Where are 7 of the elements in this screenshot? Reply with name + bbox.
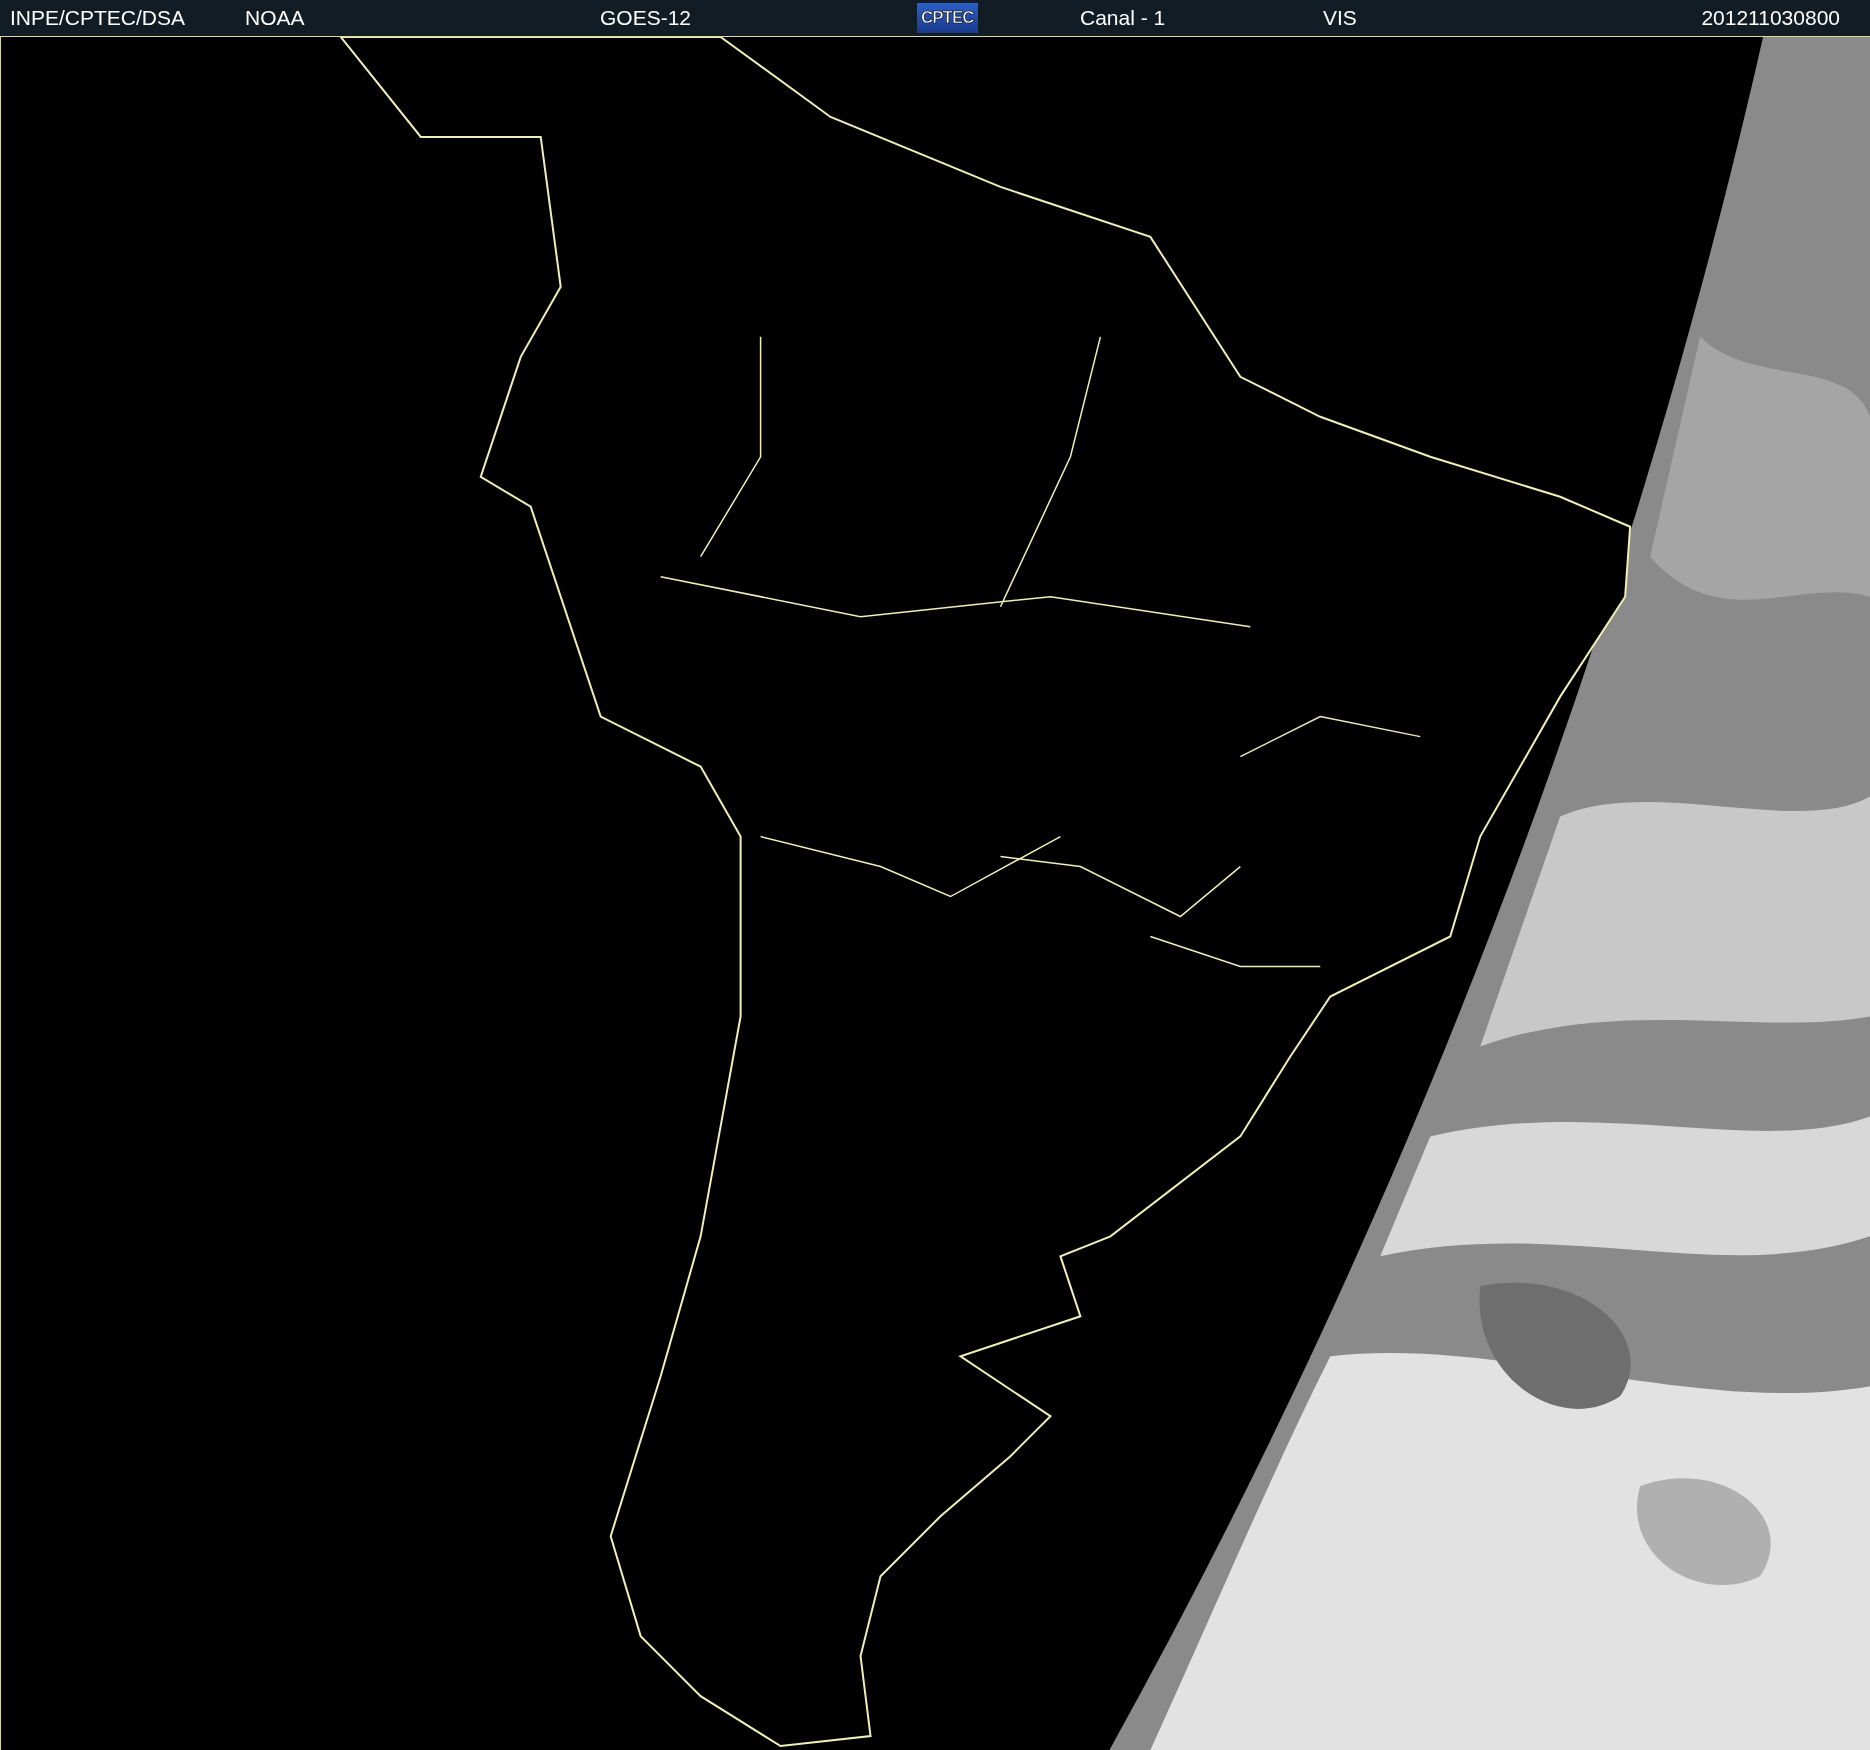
header-label: GOES-12 [600, 5, 692, 29]
logo: CPTEC [917, 2, 978, 33]
header-label: Canal - 1 [1080, 5, 1166, 29]
header-label: INPE/CPTEC/DSA [10, 5, 186, 29]
header-label: VIS [1323, 5, 1357, 29]
header-label: 201211030800 [1701, 5, 1840, 29]
header-label: NOAA [245, 5, 305, 29]
